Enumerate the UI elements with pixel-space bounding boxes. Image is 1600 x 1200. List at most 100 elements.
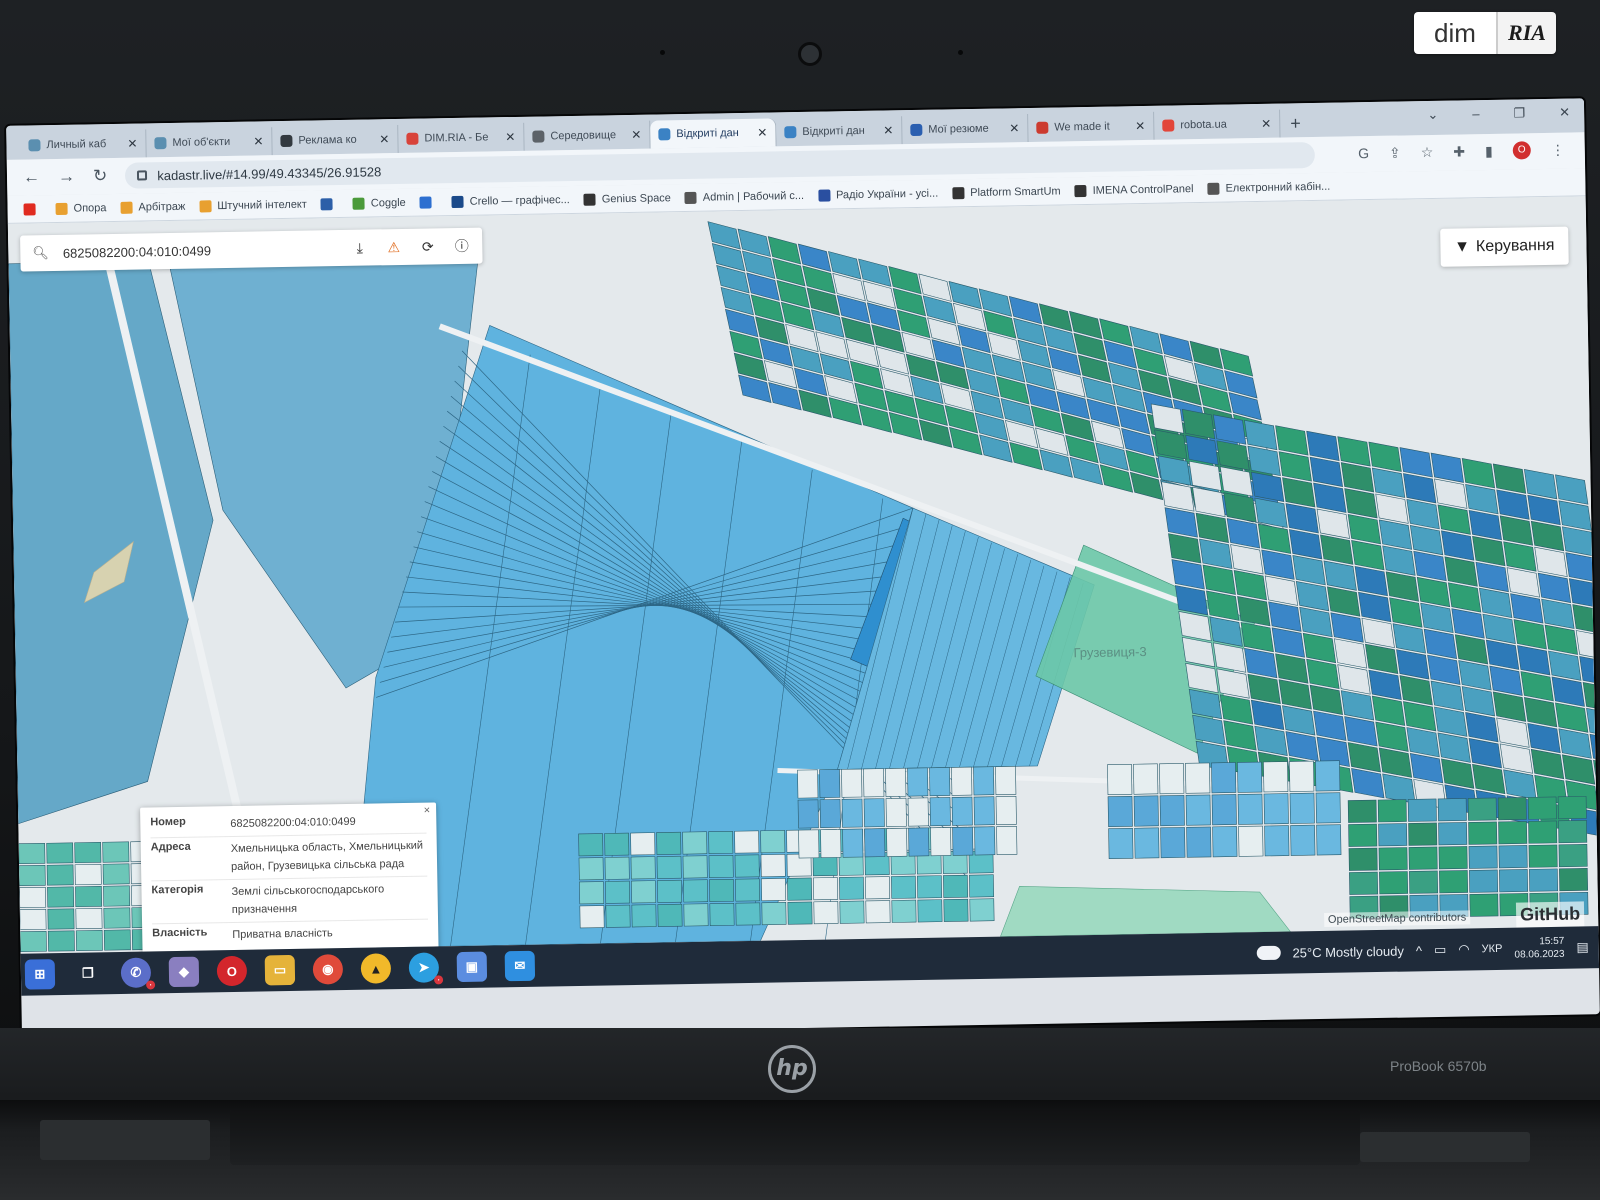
land-parcel[interactable]: [995, 766, 1017, 795]
land-parcel[interactable]: [1160, 827, 1186, 859]
land-parcel[interactable]: [1263, 761, 1289, 793]
land-parcel[interactable]: [1469, 893, 1499, 917]
bookmark-item[interactable]: Admin | Рабочий с...: [684, 189, 804, 204]
land-parcel[interactable]: [103, 885, 131, 907]
land-parcel[interactable]: [995, 796, 1017, 825]
land-parcel[interactable]: [974, 826, 996, 856]
app-warning-icon[interactable]: ▲: [360, 953, 392, 984]
bookmark-item[interactable]: Crello — графічес...: [451, 194, 570, 208]
tab-close-icon[interactable]: ✕: [631, 128, 641, 142]
land-parcel[interactable]: [1558, 844, 1588, 868]
land-parcel[interactable]: [1290, 824, 1316, 856]
browser-tab[interactable]: Реклама ко ✕: [272, 124, 399, 156]
land-parcel[interactable]: [47, 886, 75, 908]
land-parcel[interactable]: [735, 878, 761, 902]
land-parcel[interactable]: [734, 854, 760, 878]
land-parcel[interactable]: [1348, 847, 1378, 871]
land-parcel[interactable]: [761, 902, 787, 926]
share-icon[interactable]: ⇪: [1389, 144, 1401, 161]
land-parcel[interactable]: [630, 856, 656, 880]
land-parcel[interactable]: [103, 907, 131, 929]
land-parcel[interactable]: [1159, 795, 1185, 827]
tab-close-icon[interactable]: ✕: [757, 126, 767, 140]
land-parcel[interactable]: [102, 863, 130, 885]
land-parcel[interactable]: [1108, 827, 1134, 860]
land-parcel[interactable]: [891, 899, 917, 923]
bookmark-star-icon[interactable]: ☆: [1421, 143, 1434, 160]
land-parcel[interactable]: [1159, 763, 1185, 795]
land-parcel[interactable]: [813, 901, 839, 925]
opera-icon[interactable]: O: [216, 955, 248, 987]
land-parcel[interactable]: [682, 855, 708, 879]
land-parcel[interactable]: [761, 878, 787, 902]
file-explorer-icon[interactable]: ▭: [264, 954, 296, 986]
land-parcel[interactable]: [47, 930, 75, 952]
land-parcel[interactable]: [579, 881, 605, 905]
land-parcel[interactable]: [47, 908, 75, 930]
browser-menu-icon[interactable]: ⋮: [1551, 141, 1565, 158]
land-parcel[interactable]: [75, 929, 103, 952]
land-parcel[interactable]: [1409, 870, 1439, 894]
land-parcel[interactable]: [1237, 793, 1263, 825]
land-parcel[interactable]: [1211, 794, 1237, 826]
store-icon[interactable]: ▣: [456, 951, 488, 983]
browser-tab[interactable]: Відкриті дан ✕: [650, 118, 777, 149]
side-panel-icon[interactable]: ▮: [1485, 142, 1493, 159]
tab-close-icon[interactable]: ✕: [253, 134, 263, 148]
tab-close-icon[interactable]: ✕: [1135, 119, 1145, 133]
land-parcel[interactable]: [657, 903, 683, 927]
land-parcel[interactable]: [1529, 868, 1559, 892]
cadastral-map[interactable]: 🔍︎ 6825082200:04:010:0499 ⤓ ⚠ ⟳ ⓘ ▼ Керу…: [7, 196, 1599, 954]
land-parcel[interactable]: [1468, 821, 1498, 845]
bookmark-item[interactable]: [320, 197, 339, 210]
browser-tab[interactable]: DIM.RIA - Бе ✕: [398, 122, 525, 153]
land-parcel[interactable]: [683, 879, 709, 903]
land-parcel[interactable]: [1315, 792, 1341, 824]
mail-icon[interactable]: ✉: [504, 950, 536, 982]
land-parcel[interactable]: [1263, 793, 1289, 825]
viber-icon[interactable]: ✆ ·: [120, 957, 156, 990]
land-parcel[interactable]: [709, 902, 735, 926]
land-parcel[interactable]: [46, 864, 74, 886]
land-parcel[interactable]: [865, 900, 891, 924]
land-parcel[interactable]: [943, 874, 969, 898]
land-parcel[interactable]: [813, 877, 839, 901]
parcel-search-input[interactable]: 6825082200:04:010:0499: [63, 240, 343, 261]
land-parcel[interactable]: [819, 769, 841, 799]
land-parcel[interactable]: [864, 828, 886, 858]
land-parcel[interactable]: [1349, 871, 1379, 895]
browser-tab[interactable]: Личный каб ✕: [20, 129, 147, 160]
bookmark-item[interactable]: Platform SmartUm: [952, 185, 1061, 199]
land-parcel[interactable]: [1185, 794, 1211, 826]
land-parcel[interactable]: [969, 874, 995, 898]
tray-chevron-icon[interactable]: ^: [1416, 943, 1422, 958]
browser-tab[interactable]: Мої об'єкти ✕: [146, 127, 273, 158]
land-parcel[interactable]: [1438, 822, 1468, 846]
land-parcel[interactable]: [631, 904, 657, 928]
land-parcel[interactable]: [1264, 825, 1290, 857]
browser-tab[interactable]: Середовище ✕: [524, 120, 651, 151]
tab-close-icon[interactable]: ✕: [379, 132, 389, 146]
land-parcel[interactable]: [657, 879, 683, 903]
language-indicator[interactable]: УКР: [1482, 943, 1503, 955]
land-parcel[interactable]: [951, 796, 973, 826]
bookmark-item[interactable]: Радіо України - усі...: [817, 187, 938, 202]
land-parcel[interactable]: [917, 875, 943, 899]
land-parcel[interactable]: [952, 826, 974, 856]
land-parcel[interactable]: [760, 830, 786, 854]
land-parcel[interactable]: [1238, 825, 1264, 857]
land-parcel[interactable]: [907, 797, 929, 827]
github-link[interactable]: GitHub: [1515, 901, 1585, 928]
land-parcel[interactable]: [1212, 826, 1238, 858]
refresh-icon[interactable]: ⟳: [411, 238, 445, 256]
reload-icon[interactable]: ↻: [93, 166, 108, 186]
weather-text[interactable]: 25°C Mostly cloudy: [1292, 943, 1404, 960]
land-parcel[interactable]: [656, 855, 682, 879]
land-parcel[interactable]: [1378, 847, 1408, 871]
land-parcel[interactable]: [1408, 822, 1438, 846]
extensions-puzzle-icon[interactable]: ✚: [1453, 143, 1465, 160]
land-parcel[interactable]: [631, 880, 657, 904]
browser-tab[interactable]: robota.ua ✕: [1154, 109, 1281, 140]
land-parcel[interactable]: [1468, 845, 1498, 869]
land-parcel[interactable]: [604, 832, 630, 856]
